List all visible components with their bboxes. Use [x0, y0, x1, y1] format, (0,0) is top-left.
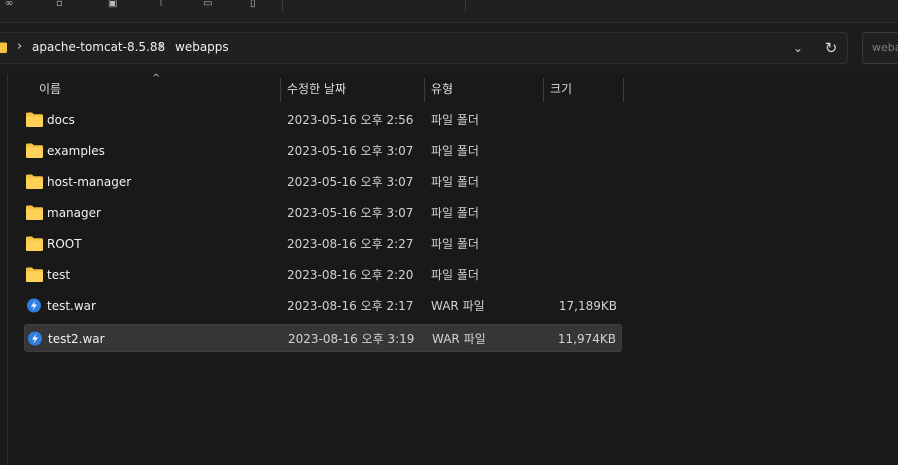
breadcrumb-item-apache-tomcat[interactable]: apache-tomcat-8.5.88: [32, 39, 165, 55]
column-header: ^ 이름 수정한 날짜 유형 크기: [24, 73, 626, 104]
search-input[interactable]: weba: [862, 32, 898, 64]
file-size: 11,974KB: [557, 332, 616, 346]
column-header-date[interactable]: 수정한 날짜: [287, 74, 346, 104]
column-header-name[interactable]: 이름: [39, 74, 61, 104]
file-date: 2023-05-16 오후 2:56: [287, 113, 414, 127]
file-name: examples: [47, 144, 105, 158]
breadcrumb-chevron-icon[interactable]: ›: [159, 39, 164, 55]
file-type: 파일 폴더: [431, 206, 479, 220]
war-file-icon: [28, 331, 42, 346]
file-name: docs: [47, 113, 75, 127]
folder-icon: [26, 236, 43, 251]
refresh-icon[interactable]: ↻: [822, 39, 840, 57]
column-resize-handle[interactable]: [543, 78, 544, 102]
column-resize-handle[interactable]: [424, 78, 425, 102]
pane-divider[interactable]: [7, 74, 8, 465]
toolbar-separator: [282, 0, 283, 12]
rename-icon[interactable]: ⍑: [158, 0, 164, 8]
breadcrumb-chevron-icon[interactable]: ›: [17, 39, 22, 55]
column-resize-handle[interactable]: [280, 78, 281, 102]
file-type: 파일 폴더: [431, 175, 479, 189]
address-bar: › apache-tomcat-8.5.88 › webapps ⌄ ↻ web…: [0, 23, 898, 73]
file-size: 17,189KB: [558, 299, 617, 313]
table-row[interactable]: manager 2023-05-16 오후 3:07 파일 폴더: [24, 199, 622, 227]
file-name: manager: [47, 206, 101, 220]
file-type: WAR 파일: [432, 332, 486, 346]
table-row[interactable]: docs 2023-05-16 오후 2:56 파일 폴더: [24, 106, 622, 134]
column-header-type[interactable]: 유형: [431, 74, 453, 104]
table-row[interactable]: host-manager 2023-05-16 오후 3:07 파일 폴더: [24, 168, 622, 196]
sort-ascending-icon: ^: [152, 73, 161, 84]
breadcrumb[interactable]: › apache-tomcat-8.5.88 › webapps ⌄ ↻: [0, 32, 848, 64]
file-type: 파일 폴더: [431, 268, 479, 282]
share-icon[interactable]: ▭: [203, 0, 212, 8]
file-date: 2023-08-16 오후 2:20: [287, 268, 414, 282]
file-type: 파일 폴더: [431, 113, 479, 127]
file-name: host-manager: [47, 175, 132, 189]
war-file-icon: [27, 298, 41, 313]
file-type: WAR 파일: [431, 299, 485, 313]
toolbar-separator: [465, 0, 466, 12]
breadcrumb-item-webapps[interactable]: webapps: [175, 39, 229, 55]
delete-icon[interactable]: ▯: [250, 0, 256, 8]
column-resize-handle[interactable]: [623, 78, 624, 102]
table-row[interactable]: examples 2023-05-16 오후 3:07 파일 폴더: [24, 137, 622, 165]
file-date: 2023-08-16 오후 2:17: [287, 299, 414, 313]
paste-icon[interactable]: ▣: [108, 0, 117, 8]
link-icon[interactable]: ∞: [5, 0, 13, 8]
folder-icon: [26, 174, 43, 189]
file-name: ROOT: [47, 237, 82, 251]
file-type: 파일 폴더: [431, 144, 479, 158]
column-header-size[interactable]: 크기: [550, 74, 572, 104]
table-row[interactable]: test 2023-08-16 오후 2:20 파일 폴더: [24, 261, 622, 289]
file-name: test.war: [47, 299, 96, 313]
copy-icon[interactable]: ▫: [56, 0, 63, 8]
table-row[interactable]: test.war 2023-08-16 오후 2:17 WAR 파일 17,18…: [24, 292, 622, 320]
folder-icon: [26, 205, 43, 220]
file-type: 파일 폴더: [431, 237, 479, 251]
file-name: test: [47, 268, 71, 282]
folder-icon: [26, 112, 43, 127]
file-date: 2023-05-16 오후 3:07: [287, 144, 414, 158]
file-date: 2023-05-16 오후 3:07: [287, 175, 414, 189]
file-date: 2023-08-16 오후 3:19: [288, 332, 415, 346]
chevron-down-icon[interactable]: ⌄: [790, 39, 806, 57]
folder-icon: [26, 143, 43, 158]
table-row[interactable]: test2.war 2023-08-16 오후 3:19 WAR 파일 11,9…: [24, 324, 622, 352]
command-toolbar: ∞ ▫ ▣ ⍑ ▭ ▯: [0, 0, 898, 23]
table-row[interactable]: ROOT 2023-08-16 오후 2:27 파일 폴더: [24, 230, 622, 258]
file-date: 2023-05-16 오후 3:07: [287, 206, 414, 220]
folder-icon: [26, 267, 43, 282]
file-name: test2.war: [48, 332, 105, 346]
folder-icon: [0, 42, 7, 53]
file-date: 2023-08-16 오후 2:27: [287, 237, 414, 251]
